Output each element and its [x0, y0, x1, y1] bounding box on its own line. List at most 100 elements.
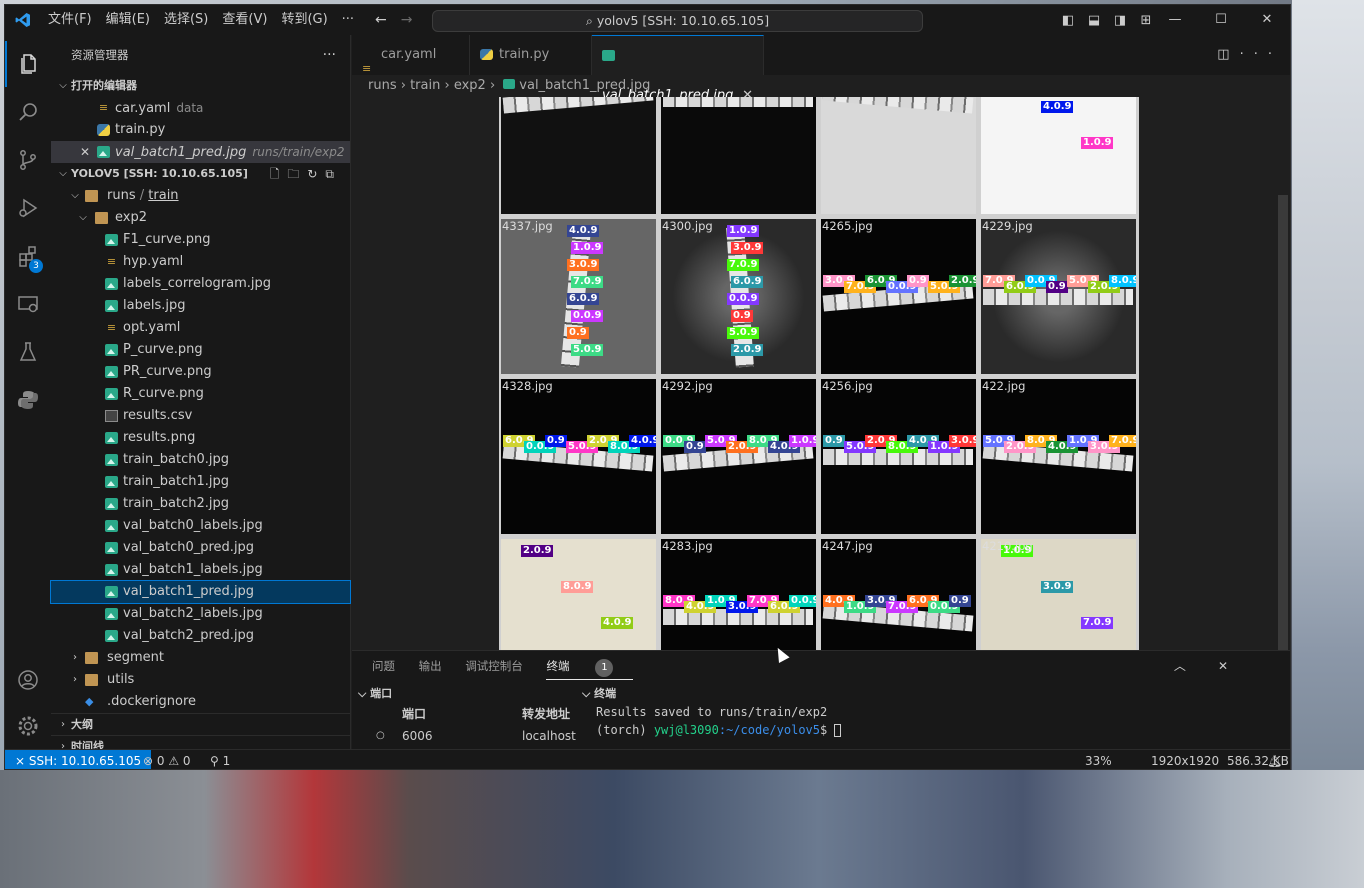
- workspace-header[interactable]: ⌵ YOLOV5 [SSH: 10.10.65.105] 🗋🗀↻⧉: [51, 163, 350, 185]
- folder-open-icon: [95, 212, 108, 224]
- file-name: R_curve.png: [123, 386, 204, 401]
- collapse-all-icon[interactable]: ⧉: [325, 167, 342, 181]
- refresh-icon[interactable]: ↻: [307, 167, 325, 181]
- menu-item[interactable]: 转到(G): [274, 5, 334, 35]
- file-item[interactable]: PR_curve.png: [51, 361, 350, 383]
- image-zoom[interactable]: 33%: [1085, 750, 1112, 769]
- file-item[interactable]: F1_curve.png: [51, 229, 350, 251]
- mosaic-tile: 2.0.9 8.0.9 4.0.9: [501, 539, 656, 650]
- file-item[interactable]: labels.jpg: [51, 295, 350, 317]
- toggle-primary-sidebar-icon[interactable]: ◧: [1055, 13, 1081, 28]
- menu-item[interactable]: 查看(V): [215, 5, 274, 35]
- file-item[interactable]: val_batch0_pred.jpg: [51, 537, 350, 559]
- explorer-icon[interactable]: [5, 41, 51, 87]
- command-center-search[interactable]: ⌕ yolov5 [SSH: 10.10.65.105]: [432, 10, 923, 32]
- problems-indicator[interactable]: ⊗ 0 ⚠ 0: [143, 750, 191, 769]
- folder-exp2[interactable]: ⌵ exp2: [51, 207, 350, 229]
- exp2-file-list: F1_curve.png ≡ hyp.yaml labels_correlogram.…: [50, 229, 351, 647]
- run-debug-icon[interactable]: [5, 185, 51, 231]
- new-file-icon[interactable]: 🗋: [270, 167, 288, 181]
- ports-indicator[interactable]: ⚲ 1: [210, 750, 230, 769]
- settings-gear-icon[interactable]: [5, 703, 51, 749]
- folder-name: train: [148, 188, 179, 203]
- file-item[interactable]: val_batch2_labels.jpg: [51, 603, 350, 625]
- close-editor-icon[interactable]: ✕: [77, 141, 93, 163]
- file-item[interactable]: val_batch0_labels.jpg: [51, 515, 350, 537]
- breadcrumb-item[interactable]: exp2: [454, 78, 486, 93]
- close-button[interactable]: ✕: [1244, 5, 1290, 35]
- file-item[interactable]: ≡ hyp.yaml: [51, 251, 350, 273]
- tab-problems[interactable]: 问题: [372, 659, 395, 673]
- ports-section-header[interactable]: ⌵ 端口: [358, 685, 392, 701]
- forward-address[interactable]: localhost: [522, 725, 576, 747]
- open-editor-item-active[interactable]: ✕ val_batch1_pred.jpg runs/train/exp2: [51, 141, 350, 163]
- open-editor-item[interactable]: train.py: [51, 119, 350, 141]
- new-folder-icon[interactable]: 🗀: [287, 167, 307, 181]
- prompt-dollar: $: [820, 723, 828, 737]
- maximize-panel-icon[interactable]: ︿: [1174, 659, 1198, 673]
- open-editors-header[interactable]: ⌵ 打开的编辑器: [51, 75, 350, 97]
- table-row[interactable]: ○ 6006 localhost: [352, 725, 577, 747]
- image-preview[interactable]: 0.95.0.92.0.98.0.94.0.91.0.93.0.95.0.92.…: [352, 97, 1290, 650]
- file-item[interactable]: train_batch1.jpg: [51, 471, 350, 493]
- file-dockerignore[interactable]: ◆ .dockerignore: [51, 691, 350, 713]
- breadcrumb-item[interactable]: runs: [368, 78, 397, 93]
- file-name: P_curve.png: [123, 342, 203, 357]
- minimize-button[interactable]: —: [1152, 5, 1198, 35]
- detection-label: 8.0.9: [1109, 275, 1136, 287]
- maximize-button[interactable]: ☐: [1198, 5, 1244, 35]
- breadcrumb-item[interactable]: train: [410, 78, 440, 93]
- testing-icon[interactable]: [5, 329, 51, 375]
- tab-terminal[interactable]: 终端 1: [546, 659, 634, 680]
- extensions-icon[interactable]: 3: [5, 233, 51, 279]
- menu-item[interactable]: 选择(S): [157, 5, 215, 35]
- more-actions-icon[interactable]: ···: [1240, 47, 1282, 62]
- menu-item[interactable]: 文件(F): [41, 5, 99, 35]
- vertical-scrollbar[interactable]: [1278, 195, 1288, 650]
- folder-segment[interactable]: › segment: [51, 647, 350, 669]
- notifications-bell-icon[interactable]: 🔔︎: [1267, 750, 1282, 769]
- tab-val-batch1-pred[interactable]: val_batch1_pred.jpg ✕: [592, 35, 764, 103]
- file-item[interactable]: results.png: [51, 427, 350, 449]
- file-item[interactable]: val_batch1_pred.jpg: [50, 580, 351, 604]
- tile-caption: 4265.jpg: [822, 219, 873, 233]
- source-control-icon[interactable]: [5, 137, 51, 183]
- file-item[interactable]: val_batch1_labels.jpg: [51, 559, 350, 581]
- tab-car-yaml[interactable]: ≡ car.yaml: [352, 35, 470, 75]
- open-editor-item[interactable]: ≡ car.yaml data: [51, 97, 350, 119]
- file-item[interactable]: results.csv: [51, 405, 350, 427]
- close-panel-icon[interactable]: ✕: [1218, 659, 1240, 673]
- back-arrow-icon[interactable]: ←: [375, 12, 387, 28]
- remote-explorer-icon[interactable]: [5, 281, 51, 327]
- docker-icon: ◆: [85, 695, 94, 708]
- folder-utils[interactable]: › utils: [51, 669, 350, 691]
- file-item[interactable]: P_curve.png: [51, 339, 350, 361]
- file-item[interactable]: val_batch2_pred.jpg: [51, 625, 350, 647]
- more-actions-icon[interactable]: ···: [323, 35, 336, 75]
- python-icon[interactable]: [5, 377, 51, 423]
- split-editor-icon[interactable]: ◫: [1217, 47, 1239, 62]
- tab-output[interactable]: 输出: [419, 659, 442, 673]
- terminal-section-header[interactable]: ⌵ 终端: [582, 685, 616, 701]
- accounts-icon[interactable]: [5, 657, 51, 703]
- file-item[interactable]: train_batch2.jpg: [51, 493, 350, 515]
- vscode-logo-icon[interactable]: [5, 5, 41, 35]
- menu-item[interactable]: ···: [335, 5, 361, 35]
- toggle-panel-icon[interactable]: ⬓: [1081, 13, 1107, 28]
- terminal-output[interactable]: Results saved to runs/train/exp2 (torch)…: [582, 703, 842, 739]
- file-item[interactable]: R_curve.png: [51, 383, 350, 405]
- file-item[interactable]: ≡ opt.yaml: [51, 317, 350, 339]
- forward-arrow-icon[interactable]: →: [401, 12, 413, 28]
- tab-debug-console[interactable]: 调试控制台: [465, 659, 523, 673]
- menu-item[interactable]: 编辑(E): [99, 5, 157, 35]
- tab-train-py[interactable]: train.py: [470, 35, 592, 75]
- folder-runs-train[interactable]: ⌵ runs / train: [51, 185, 350, 207]
- file-item[interactable]: labels_correlogram.jpg: [51, 273, 350, 295]
- search-icon[interactable]: [5, 89, 51, 135]
- remote-indicator[interactable]: ⨯ SSH: 10.10.65.105: [5, 750, 152, 769]
- file-item[interactable]: train_batch0.jpg: [51, 449, 350, 471]
- toggle-secondary-sidebar-icon[interactable]: ◨: [1107, 13, 1133, 28]
- file-name: val_batch0_labels.jpg: [123, 518, 263, 533]
- mosaic-tile: 0.95.0.92.0.98.0.94.0.91.0.93.0.94256.jp…: [821, 379, 976, 534]
- outline-header[interactable]: › 大纲: [51, 713, 350, 735]
